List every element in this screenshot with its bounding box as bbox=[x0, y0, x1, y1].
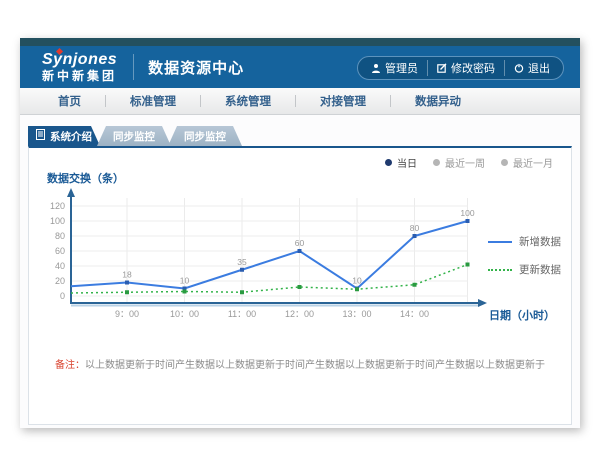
footnote-prefix: 备注： bbox=[55, 360, 85, 371]
legend-label: 新增数据 bbox=[519, 234, 561, 249]
time-range-filter: 当日 最近一周 最近一月 bbox=[385, 155, 553, 170]
nav-item-home[interactable]: 首页 bbox=[34, 93, 105, 109]
svg-text:11：00: 11：00 bbox=[228, 309, 256, 319]
legend-item-new-data[interactable]: 新增数据 bbox=[488, 234, 561, 249]
user-icon bbox=[371, 63, 381, 73]
tab-sync-monitor-1[interactable]: 同步监控 bbox=[97, 126, 171, 146]
app-header: Synjones 新中新集团 数据资源中心 管理员 修改密码 bbox=[20, 46, 580, 88]
svg-text:14：00: 14：00 bbox=[400, 309, 429, 319]
nav-item-standard-mgmt[interactable]: 标准管理 bbox=[106, 93, 200, 109]
svg-text:12：00: 12：00 bbox=[285, 309, 314, 319]
svg-text:20: 20 bbox=[55, 276, 65, 286]
svg-text:10：00: 10：00 bbox=[170, 309, 199, 319]
nav-item-system-mgmt[interactable]: 系统管理 bbox=[201, 93, 295, 109]
legend-item-update-data[interactable]: 更新数据 bbox=[488, 262, 561, 277]
svg-text:80: 80 bbox=[410, 223, 420, 233]
svg-text:13：00: 13：00 bbox=[342, 309, 371, 319]
radio-selected-icon bbox=[385, 159, 392, 166]
chart-legend: 新增数据 更新数据 bbox=[488, 234, 561, 277]
svg-text:0: 0 bbox=[60, 291, 65, 301]
filter-label: 最近一周 bbox=[445, 155, 485, 170]
edit-icon bbox=[437, 63, 447, 73]
tab-sync-monitor-2[interactable]: 同步监控 bbox=[168, 126, 242, 146]
tab-bar: 系统介绍 同步监控 同步监控 bbox=[28, 126, 242, 146]
main-nav: 首页 标准管理 系统管理 对接管理 数据异动 bbox=[20, 88, 580, 115]
svg-text:80: 80 bbox=[55, 231, 65, 241]
filter-today[interactable]: 当日 bbox=[385, 155, 417, 170]
svg-text:120: 120 bbox=[50, 201, 65, 211]
header-top-strip bbox=[20, 38, 580, 46]
filter-label: 最近一月 bbox=[513, 155, 553, 170]
svg-text:9：00: 9：00 bbox=[115, 309, 139, 319]
tab-system-intro[interactable]: 系统介绍 bbox=[28, 126, 100, 146]
logout-button[interactable]: 退出 bbox=[504, 60, 559, 76]
change-password-label: 修改密码 bbox=[451, 60, 495, 76]
svg-text:60: 60 bbox=[55, 246, 65, 256]
filter-last-week[interactable]: 最近一周 bbox=[433, 155, 485, 170]
content-area: 系统介绍 同步监控 同步监控 当日 最近一周 bbox=[20, 115, 580, 428]
company-logo: Synjones 新中新集团 bbox=[42, 52, 117, 82]
logo-company: 新中新集团 bbox=[42, 70, 117, 82]
svg-text:18: 18 bbox=[122, 270, 132, 280]
admin-user-button[interactable]: 管理员 bbox=[362, 60, 427, 76]
svg-text:35: 35 bbox=[237, 257, 247, 267]
svg-text:40: 40 bbox=[55, 261, 65, 271]
svg-text:60: 60 bbox=[295, 238, 305, 248]
nav-item-interface-mgmt[interactable]: 对接管理 bbox=[296, 93, 390, 109]
svg-text:100: 100 bbox=[50, 216, 65, 226]
filter-last-month[interactable]: 最近一月 bbox=[501, 155, 553, 170]
logo-brand: Synjones bbox=[42, 52, 117, 68]
logout-label: 退出 bbox=[528, 60, 550, 76]
tab-label: 同步监控 bbox=[184, 129, 226, 144]
power-icon bbox=[514, 63, 524, 73]
legend-label: 更新数据 bbox=[519, 262, 561, 277]
tab-label: 同步监控 bbox=[113, 129, 155, 144]
app-window: Synjones 新中新集团 数据资源中心 管理员 修改密码 bbox=[20, 38, 580, 428]
user-actions-group: 管理员 修改密码 退出 bbox=[357, 56, 564, 80]
filter-label: 当日 bbox=[397, 155, 417, 170]
document-icon bbox=[36, 129, 45, 143]
footnote-text: 以上数据更新于时间产生数据以上数据更新于时间产生数据以上数据更新于时间产生数据以… bbox=[85, 360, 545, 371]
app-title: 数据资源中心 bbox=[148, 57, 244, 78]
svg-text:日期（小时）: 日期（小时） bbox=[489, 308, 555, 322]
nav-item-data-change[interactable]: 数据异动 bbox=[391, 93, 485, 109]
solid-line-icon bbox=[488, 241, 512, 243]
chart-title: 数据交换（条） bbox=[47, 170, 124, 186]
header-divider bbox=[133, 54, 134, 80]
footnote: 备注：以上数据更新于时间产生数据以上数据更新于时间产生数据以上数据更新于时间产生… bbox=[29, 356, 571, 371]
radio-icon bbox=[501, 159, 508, 166]
exchange-chart: 0 20 40 60 80 100 120 9：00 10：00 11：00 12：00 13：00 1… bbox=[41, 188, 561, 338]
svg-text:10: 10 bbox=[352, 276, 362, 286]
tab-label: 系统介绍 bbox=[50, 129, 92, 144]
change-password-button[interactable]: 修改密码 bbox=[427, 60, 504, 76]
svg-text:100: 100 bbox=[460, 208, 474, 218]
svg-text:10: 10 bbox=[180, 276, 190, 286]
chart-panel: 当日 最近一周 最近一月 数据交换（条） 0 20 40 60 80 100 120 9：00… bbox=[28, 146, 572, 425]
admin-user-label: 管理员 bbox=[385, 60, 418, 76]
radio-icon bbox=[433, 159, 440, 166]
dotted-line-icon bbox=[488, 269, 512, 271]
